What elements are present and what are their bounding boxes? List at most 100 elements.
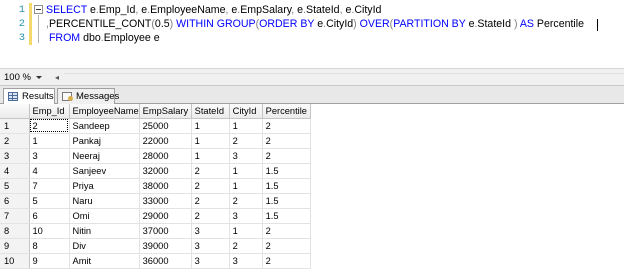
table-cell[interactable]: 2 bbox=[229, 238, 263, 254]
table-cell[interactable]: 29000 bbox=[139, 208, 192, 224]
column-header[interactable]: EmpSalary bbox=[139, 104, 192, 119]
table-cell[interactable]: 2 bbox=[262, 133, 311, 149]
column-header[interactable]: EmployeeName bbox=[69, 104, 140, 119]
table-cell[interactable]: 1 bbox=[191, 133, 230, 149]
table-cell[interactable]: 28000 bbox=[139, 148, 192, 164]
table-cell[interactable]: 1.5 bbox=[262, 178, 311, 194]
table-cell[interactable]: 4 bbox=[29, 163, 70, 179]
collapse-box-icon[interactable] bbox=[34, 5, 43, 14]
table-cell[interactable]: 8 bbox=[29, 238, 70, 254]
column-header[interactable]: CityId bbox=[229, 104, 263, 119]
table-cell[interactable]: 2 bbox=[191, 208, 230, 224]
table-row[interactable]: 3 3 Neeraj 28000 1 3 2 bbox=[0, 148, 311, 164]
table-cell[interactable]: 3 bbox=[229, 208, 263, 224]
row-number[interactable]: 7 bbox=[0, 208, 30, 224]
table-cell[interactable]: 1.5 bbox=[262, 208, 311, 224]
table-cell[interactable]: 2 bbox=[29, 118, 70, 134]
table-cell[interactable]: Naru bbox=[69, 193, 140, 209]
table-cell[interactable]: Sanjeev bbox=[69, 163, 140, 179]
table-cell[interactable]: 1 bbox=[229, 178, 263, 194]
table-cell[interactable]: 3 bbox=[229, 148, 263, 164]
table-cell[interactable]: 39000 bbox=[139, 238, 192, 254]
table-cell[interactable]: 1 bbox=[229, 223, 263, 239]
table-cell[interactable]: 33000 bbox=[139, 193, 192, 209]
table-cell[interactable]: 2 bbox=[229, 133, 263, 149]
code-line-1[interactable]: SELECT e.Emp_Id, e.EmployeeName, e.EmpSa… bbox=[46, 3, 381, 17]
chevron-down-icon[interactable] bbox=[36, 76, 42, 79]
table-cell[interactable]: 38000 bbox=[139, 178, 192, 194]
table-row[interactable]: 9 8 Div 39000 3 2 2 bbox=[0, 238, 311, 254]
table-cell[interactable]: Neeraj bbox=[69, 148, 140, 164]
table-cell[interactable]: 2 bbox=[262, 148, 311, 164]
table-cell[interactable]: 25000 bbox=[139, 118, 192, 134]
code-token: CityId bbox=[354, 4, 382, 16]
column-header[interactable]: StateId bbox=[191, 104, 230, 119]
row-number[interactable]: 9 bbox=[0, 238, 30, 254]
table-cell[interactable]: 1 bbox=[229, 118, 263, 134]
table-cell[interactable]: 2 bbox=[191, 193, 230, 209]
row-number[interactable]: 1 bbox=[0, 118, 30, 134]
table-cell[interactable]: Omi bbox=[69, 208, 140, 224]
row-number[interactable]: 3 bbox=[0, 148, 30, 164]
table-cell[interactable]: Nitin bbox=[69, 223, 140, 239]
table-cell[interactable]: 3 bbox=[191, 223, 230, 239]
table-cell[interactable]: 3 bbox=[191, 253, 230, 269]
table-cell[interactable]: Sandeep bbox=[69, 118, 140, 134]
table-cell[interactable]: 1.5 bbox=[262, 163, 311, 179]
horizontal-scrollbar[interactable] bbox=[64, 73, 624, 82]
table-cell[interactable]: Div bbox=[69, 238, 140, 254]
table-cell[interactable]: Amit bbox=[69, 253, 140, 269]
table-cell[interactable]: 2 bbox=[229, 193, 263, 209]
row-number[interactable]: 2 bbox=[0, 133, 30, 149]
row-number[interactable]: 5 bbox=[0, 178, 30, 194]
table-cell[interactable]: 5 bbox=[29, 193, 70, 209]
table-row[interactable]: 1 2 Sandeep 25000 1 1 2 bbox=[0, 118, 311, 134]
table-cell[interactable]: 2 bbox=[262, 253, 311, 269]
table-cell[interactable]: 22000 bbox=[139, 133, 192, 149]
table-row[interactable]: 6 5 Naru 33000 2 2 1.5 bbox=[0, 193, 311, 209]
table-cell[interactable]: 10 bbox=[29, 223, 70, 239]
table-cell[interactable]: 9 bbox=[29, 253, 70, 269]
table-cell[interactable]: 32000 bbox=[139, 163, 192, 179]
table-cell[interactable]: 3 bbox=[29, 148, 70, 164]
query-editor[interactable]: 1 2 3 SELECT e.Emp_Id, e.EmployeeName, e… bbox=[0, 0, 624, 68]
table-cell[interactable]: 2 bbox=[262, 238, 311, 254]
table-cell[interactable]: 2 bbox=[191, 178, 230, 194]
table-row[interactable]: 8 10 Nitin 37000 3 1 2 bbox=[0, 223, 311, 239]
scroll-left-icon[interactable]: ◂ bbox=[52, 72, 62, 84]
tab-messages[interactable]: Messages bbox=[57, 88, 119, 104]
table-cell[interactable]: 3 bbox=[191, 238, 230, 254]
row-number[interactable]: 6 bbox=[0, 193, 30, 209]
column-header[interactable]: Emp_Id bbox=[29, 104, 70, 119]
table-row[interactable]: 5 7 Priya 38000 2 1 1.5 bbox=[0, 178, 311, 194]
row-number[interactable]: 10 bbox=[0, 253, 30, 269]
table-cell[interactable]: Pankaj bbox=[69, 133, 140, 149]
table-cell[interactable]: 36000 bbox=[139, 253, 192, 269]
table-cell[interactable]: 7 bbox=[29, 178, 70, 194]
table-row[interactable]: 10 9 Amit 36000 3 3 2 bbox=[0, 253, 311, 269]
table-cell[interactable]: 1 bbox=[29, 133, 70, 149]
code-token: e bbox=[314, 18, 324, 30]
table-cell[interactable]: 2 bbox=[262, 223, 311, 239]
table-cell[interactable]: Priya bbox=[69, 178, 140, 194]
results-grid[interactable]: Emp_Id EmployeeName EmpSalary StateId CityId… bbox=[0, 104, 311, 269]
table-cell[interactable]: 2 bbox=[191, 163, 230, 179]
row-number[interactable]: 4 bbox=[0, 163, 30, 179]
table-cell[interactable]: 37000 bbox=[139, 223, 192, 239]
table-cell[interactable]: 1 bbox=[191, 118, 230, 134]
table-cell[interactable]: 3 bbox=[229, 253, 263, 269]
table-row[interactable]: 2 1 Pankaj 22000 1 2 2 bbox=[0, 133, 311, 149]
table-cell[interactable]: 1.5 bbox=[262, 193, 311, 209]
table-cell[interactable]: 1 bbox=[191, 148, 230, 164]
tab-results[interactable]: Results bbox=[3, 88, 55, 105]
row-number[interactable]: 8 bbox=[0, 223, 30, 239]
code-line-3[interactable]: FROM dbo.Employee e bbox=[46, 31, 160, 45]
row-number-header[interactable] bbox=[0, 104, 30, 119]
table-cell[interactable]: 2 bbox=[262, 118, 311, 134]
column-header[interactable]: Percentile bbox=[262, 104, 311, 119]
table-cell[interactable]: 1 bbox=[229, 163, 263, 179]
table-cell[interactable]: 6 bbox=[29, 208, 70, 224]
table-row[interactable]: 7 6 Omi 29000 2 3 1.5 bbox=[0, 208, 311, 224]
code-line-2[interactable]: ,PERCENTILE_CONT(0.5) WITHIN GROUP(ORDER… bbox=[46, 17, 584, 31]
table-row[interactable]: 4 4 Sanjeev 32000 2 1 1.5 bbox=[0, 163, 311, 179]
